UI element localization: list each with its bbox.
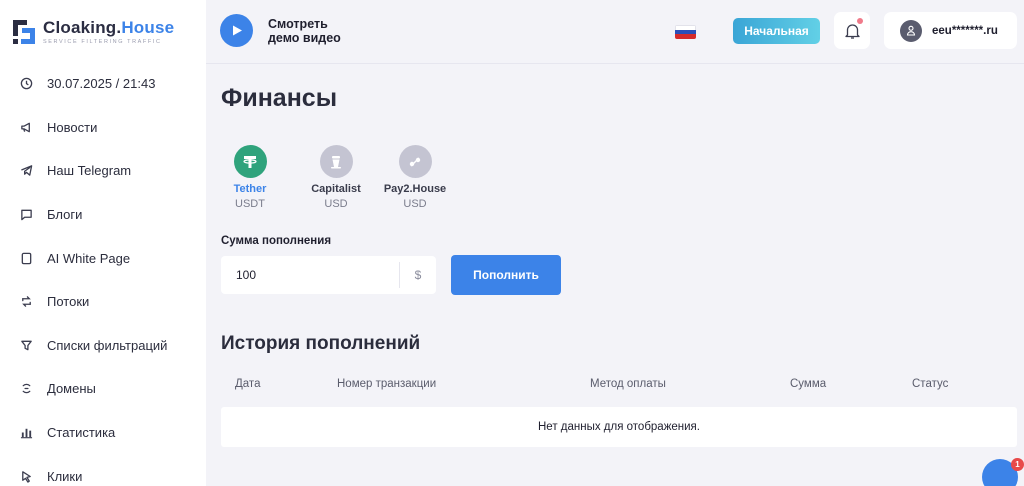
user-menu-button[interactable]: eeu*******.ru bbox=[884, 12, 1017, 49]
method-currency: USD bbox=[403, 198, 427, 210]
column-header-transaction[interactable]: Номер транзакции bbox=[337, 378, 436, 390]
logo-title: Cloaking.House bbox=[43, 17, 175, 37]
flows-icon bbox=[19, 295, 33, 309]
history-table-header: Дата Номер транзакции Метод оплаты Сумма… bbox=[221, 376, 1017, 396]
method-name: Capitalist bbox=[311, 183, 361, 195]
topup-button[interactable]: Пополнить bbox=[451, 255, 561, 295]
sidebar-item-flows[interactable]: Потоки bbox=[0, 280, 206, 324]
telegram-icon bbox=[19, 164, 33, 178]
method-name: Tether bbox=[233, 183, 267, 195]
sidebar-item-label: Наш Telegram bbox=[47, 163, 132, 179]
amount-field: $ bbox=[221, 256, 436, 294]
russian-flag-icon[interactable] bbox=[675, 25, 696, 39]
logo[interactable]: Cloaking.House SERVICE FILTERING TRAFFIC bbox=[13, 16, 174, 48]
sidebar-item-label: Статистика bbox=[47, 425, 116, 441]
currency-symbol: $ bbox=[414, 268, 422, 282]
sidebar-item-label: Клики bbox=[47, 468, 83, 484]
play-icon bbox=[220, 14, 253, 47]
capitalist-icon bbox=[319, 145, 353, 178]
cursor-icon bbox=[19, 469, 33, 483]
sidebar-item-label: Домены bbox=[47, 381, 96, 397]
amount-label: Сумма пополнения bbox=[221, 235, 332, 247]
sidebar-item-ai-white-page[interactable]: AI White Page bbox=[0, 236, 206, 280]
notification-dot bbox=[857, 18, 863, 24]
logo-mark-icon bbox=[13, 18, 35, 46]
notifications-button[interactable] bbox=[834, 12, 870, 49]
pay2house-icon bbox=[398, 145, 432, 178]
avatar-icon bbox=[900, 19, 922, 42]
sidebar-item-label: AI White Page bbox=[47, 250, 131, 266]
demo-label: Смотреть демо видео bbox=[268, 16, 341, 45]
filter-icon bbox=[19, 338, 33, 352]
tether-icon bbox=[233, 145, 267, 178]
table-empty-message: Нет данных для отображения. bbox=[221, 407, 1017, 447]
column-header-amount[interactable]: Сумма bbox=[790, 378, 826, 390]
amount-input[interactable] bbox=[221, 268, 399, 282]
domain-icon bbox=[19, 382, 33, 396]
home-button[interactable]: Начальная bbox=[733, 18, 820, 44]
chat-badge: 1 bbox=[1011, 458, 1024, 471]
sidebar-item-blogs[interactable]: Блоги bbox=[0, 193, 206, 237]
sidebar-item-clicks[interactable]: Клики bbox=[0, 454, 206, 486]
sidebar-item-label: Списки фильтраций bbox=[47, 337, 168, 353]
sidebar-item-telegram[interactable]: Наш Telegram bbox=[0, 149, 206, 193]
sidebar: Cloaking.House SERVICE FILTERING TRAFFIC… bbox=[0, 0, 206, 486]
sidebar-item-label: Блоги bbox=[47, 207, 83, 223]
method-name: Pay2.House bbox=[383, 183, 447, 195]
payment-methods: Tether USDT Capitalist USD Pay2.House US… bbox=[221, 145, 451, 210]
sidebar-item-label: 30.07.2025 / 21:43 bbox=[47, 76, 156, 92]
sidebar-nav: 30.07.2025 / 21:43 Новости Наш Telegram … bbox=[0, 62, 206, 486]
user-name: eeu*******.ru bbox=[932, 24, 998, 37]
payment-method-tether[interactable]: Tether USDT bbox=[221, 145, 279, 210]
column-header-method[interactable]: Метод оплаты bbox=[590, 378, 666, 390]
chat-bubble-icon bbox=[19, 208, 33, 222]
document-icon bbox=[19, 251, 33, 265]
page-title: Финансы bbox=[221, 84, 338, 112]
megaphone-icon bbox=[19, 120, 33, 134]
history-title: История пополнений bbox=[221, 333, 421, 354]
sidebar-item-filter-lists[interactable]: Списки фильтраций bbox=[0, 324, 206, 368]
column-header-date[interactable]: Дата bbox=[235, 378, 260, 390]
sidebar-item-label: Новости bbox=[47, 119, 98, 135]
payment-method-pay2house[interactable]: Pay2.House USD bbox=[379, 145, 451, 210]
column-header-status[interactable]: Статус bbox=[912, 378, 948, 390]
bar-chart-icon bbox=[19, 426, 33, 440]
bell-icon bbox=[844, 22, 861, 40]
sidebar-item-news[interactable]: Новости bbox=[0, 106, 206, 150]
method-currency: USD bbox=[324, 198, 348, 210]
sidebar-item-label: Потоки bbox=[47, 294, 90, 310]
sidebar-item-statistics[interactable]: Статистика bbox=[0, 411, 206, 455]
topbar: Смотреть демо видео Начальная eeu*******… bbox=[206, 0, 1024, 64]
logo-tagline: SERVICE FILTERING TRAFFIC bbox=[43, 38, 162, 45]
method-currency: USDT bbox=[235, 198, 265, 210]
sidebar-item-datetime: 30.07.2025 / 21:43 bbox=[0, 62, 206, 106]
watch-demo-button[interactable]: Смотреть демо видео bbox=[220, 14, 358, 47]
sidebar-item-domains[interactable]: Домены bbox=[0, 367, 206, 411]
clock-icon bbox=[19, 77, 33, 91]
payment-method-capitalist[interactable]: Capitalist USD bbox=[303, 145, 369, 210]
